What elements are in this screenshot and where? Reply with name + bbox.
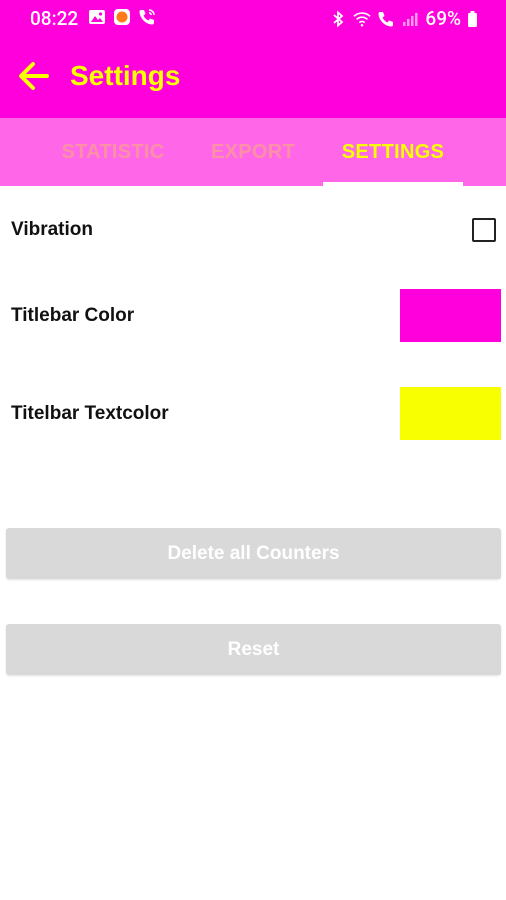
signal-icon	[403, 12, 418, 26]
wifi-call-icon	[139, 9, 155, 25]
tab-bar: STATISTIC EXPORT SETTINGS	[0, 118, 506, 186]
gallery-icon	[89, 10, 105, 24]
tab-settings[interactable]: SETTINGS	[323, 118, 463, 186]
app-bar: Settings	[0, 36, 506, 118]
vibration-label: Vibration	[11, 219, 93, 240]
reset-button[interactable]: Reset	[6, 624, 501, 675]
titlebar-color-swatch[interactable]	[400, 289, 501, 342]
tab-statistic[interactable]: STATISTIC	[40, 118, 186, 186]
tab-indicator	[323, 182, 463, 186]
page-title: Settings	[70, 60, 181, 91]
titlebar-textcolor-swatch[interactable]	[400, 387, 501, 440]
bluetooth-icon	[333, 10, 344, 27]
status-time: 08:22	[30, 7, 79, 30]
titlebar-textcolor-label: Titelbar Textcolor	[11, 403, 169, 424]
delete-all-counters-button[interactable]: Delete all Counters	[6, 528, 501, 579]
status-right-icons: 69%	[329, 7, 478, 30]
wifi-icon	[353, 11, 372, 27]
app-notification-icon	[114, 9, 130, 25]
battery-percent: 69%	[425, 7, 461, 30]
battery-icon	[468, 10, 477, 27]
wifi-call-signal-icon	[378, 11, 394, 26]
status-bar: 08:22 69%	[0, 0, 506, 36]
titlebar-color-label: Titlebar Color	[11, 305, 135, 326]
vibration-checkbox[interactable]	[472, 218, 496, 242]
status-left-icons	[88, 8, 156, 26]
tab-export[interactable]: EXPORT	[186, 118, 320, 186]
arrow-left-icon[interactable]	[16, 58, 52, 94]
